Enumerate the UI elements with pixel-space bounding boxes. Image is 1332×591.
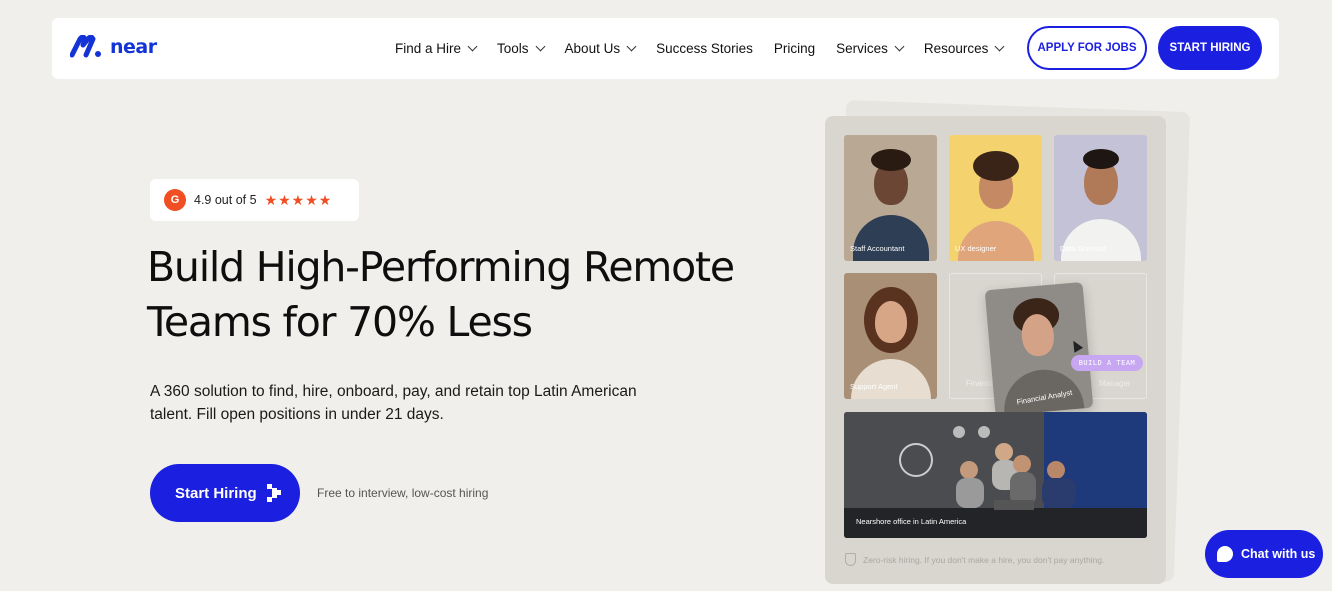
nav-label: Resources — [923, 41, 989, 56]
talent-tile-ux-designer: UX designer — [949, 135, 1042, 261]
hero-headline: Build High-Performing Remote Teams for 7… — [147, 243, 735, 346]
nav-services[interactable]: Services — [836, 41, 905, 56]
nav-label: Tools — [497, 41, 529, 56]
office-photo: Nearshore office in Latin America — [844, 412, 1147, 538]
office-label: Nearshore office in Latin America — [856, 517, 967, 526]
chevron-down-icon — [894, 41, 905, 52]
chat-bubble-icon — [1217, 546, 1233, 562]
main-menu: Find a Hire Tools About Us Success Stori… — [395, 18, 1005, 79]
rating-badge: G 4.9 out of 5 ★★★★★ — [150, 179, 359, 221]
star-rating-icon: ★★★★★ — [264, 191, 333, 208]
cta-note: Free to interview, low-cost hiring — [317, 486, 489, 500]
chevron-down-icon — [535, 41, 545, 52]
nav-find-a-hire[interactable]: Find a Hire — [395, 41, 478, 56]
nav-pricing[interactable]: Pricing — [774, 41, 815, 56]
person-body — [1060, 219, 1141, 261]
nav-label: Find a Hire — [395, 41, 462, 56]
hero-subtext: A 360 solution to find, hire, onboard, p… — [150, 383, 637, 423]
chat-label: Chat with us — [1241, 547, 1316, 561]
ghost-label: Financi — [966, 379, 992, 388]
chevron-down-icon — [626, 41, 637, 52]
near-logo-icon — [70, 35, 101, 58]
top-navbar: near Find a Hire Tools About Us Success … — [52, 18, 1279, 79]
tile-label: UX designer — [955, 244, 997, 253]
chevron-down-icon — [467, 41, 478, 52]
talent-tile-data-scientist: Data Scientist — [1054, 135, 1147, 261]
nav-label: About Us — [564, 41, 621, 56]
person-hair — [972, 151, 1019, 181]
start-hiring-button[interactable]: Start Hiring — [150, 464, 300, 522]
chat-with-us-button[interactable]: Chat with us — [1205, 530, 1323, 578]
pixel-arrow-icon — [266, 484, 281, 502]
rating-text: 4.9 out of 5 — [194, 193, 257, 207]
brand-name: near — [110, 36, 157, 58]
near-logo[interactable]: near — [70, 35, 157, 59]
start-hiring-nav-button[interactable]: START HIRING — [1158, 26, 1262, 70]
nav-resources[interactable]: Resources — [923, 41, 1005, 56]
cta-label: Start Hiring — [175, 484, 257, 502]
person-body — [850, 359, 931, 399]
nav-label: Services — [836, 41, 888, 56]
tile-label: Support Agent — [850, 382, 898, 391]
nav-about-us[interactable]: About Us — [564, 41, 637, 56]
person-hair — [1082, 149, 1119, 169]
person-face — [874, 301, 907, 343]
talent-tile-staff-accountant: Staff Accountant — [844, 135, 937, 261]
g2-icon: G — [164, 189, 186, 211]
chevron-down-icon — [994, 41, 1005, 52]
tile-label: Staff Accountant — [850, 244, 905, 253]
nav-tools[interactable]: Tools — [497, 41, 545, 56]
tile-label: Data Scientist — [1060, 244, 1107, 253]
build-a-team-badge[interactable]: BUILD A TEAM — [1071, 355, 1143, 371]
ghost-label: Manager — [1099, 379, 1131, 388]
talent-tile-support-agent: Support Agent — [844, 273, 937, 399]
person-hair — [870, 149, 911, 171]
person-body — [957, 221, 1034, 261]
nav-label: Pricing — [773, 41, 816, 56]
nav-label: Success Stories — [656, 41, 753, 56]
nav-success-stories[interactable]: Success Stories — [656, 41, 753, 56]
zero-risk-note: Zero-risk hiring. If you don't make a hi… — [845, 553, 1104, 566]
person-body — [852, 215, 929, 261]
zero-risk-text: Zero-risk hiring. If you don't make a hi… — [863, 554, 1105, 565]
shield-icon — [845, 553, 856, 566]
apply-for-jobs-button[interactable]: APPLY FOR JOBS — [1027, 26, 1147, 70]
